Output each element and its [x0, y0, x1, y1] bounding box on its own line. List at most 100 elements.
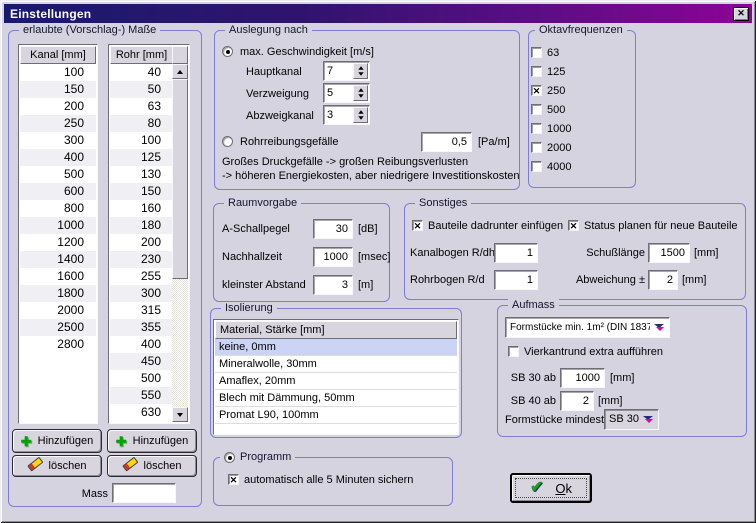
group-masse-caption: erlaubte (Vorschlag-) Maße: [19, 24, 160, 36]
frequency-checkbox[interactable]: [531, 47, 542, 58]
frequency-checkbox[interactable]: [531, 142, 542, 153]
list-row[interactable]: 1400: [20, 251, 96, 268]
list-row[interactable]: 300: [110, 285, 173, 302]
list-row[interactable]: 2500: [20, 319, 96, 336]
formstuecke-min-combobox[interactable]: SB 30: [604, 409, 659, 430]
kanal-column-header[interactable]: Kanal [mm]: [20, 46, 96, 64]
rohr-scrollbar[interactable]: [172, 64, 188, 422]
spin-buttons[interactable]: [353, 63, 368, 79]
list-row[interactable]: 180: [110, 217, 173, 234]
list-row[interactable]: 150: [110, 183, 173, 200]
list-row[interactable]: 63: [110, 98, 173, 115]
radio-max-speed[interactable]: [222, 46, 233, 57]
group-sonstiges-caption: Sonstiges: [415, 197, 471, 209]
friction-input[interactable]: 0,5: [421, 132, 472, 152]
frequency-checkbox[interactable]: [531, 104, 542, 115]
scrollbar-thumb[interactable]: [172, 79, 188, 279]
list-row[interactable]: 200: [20, 98, 96, 115]
list-row[interactable]: 550: [110, 387, 173, 404]
radio-friction[interactable]: [222, 136, 233, 147]
list-row[interactable]: 500: [20, 166, 96, 183]
list-row[interactable]: 50: [110, 81, 173, 98]
spin-buttons[interactable]: [353, 85, 368, 101]
isolierung-row[interactable]: Amaflex, 20mm: [215, 373, 457, 390]
autosave-checkbox[interactable]: ✕: [228, 474, 239, 485]
list-row[interactable]: 150: [20, 81, 96, 98]
list-row[interactable]: 160: [110, 200, 173, 217]
frequency-checkbox[interactable]: [531, 161, 542, 172]
scroll-up-button[interactable]: [172, 64, 188, 79]
frequency-checkbox[interactable]: [531, 123, 542, 134]
abweichung-input[interactable]: 2: [648, 270, 678, 290]
ok-button[interactable]: ✔ Ok: [510, 473, 592, 503]
list-row[interactable]: 130: [110, 166, 173, 183]
plus-icon: ✚: [21, 435, 32, 448]
formstuecke-combobox[interactable]: Formstücke min. 1m² (DIN 18379): [505, 317, 670, 338]
list-row[interactable]: 800: [20, 200, 96, 217]
verzweigung-value[interactable]: 5: [327, 85, 333, 102]
list-row[interactable]: 355: [110, 319, 173, 336]
vierkantrund-checkbox[interactable]: [508, 346, 519, 357]
mass-input[interactable]: [112, 483, 176, 503]
list-row[interactable]: 1600: [20, 268, 96, 285]
kanalbogen-input[interactable]: 1: [494, 243, 538, 263]
rohrbogen-input[interactable]: 1: [494, 270, 538, 290]
list-row[interactable]: 100: [20, 64, 96, 81]
sb30-input[interactable]: 1000: [560, 368, 605, 388]
add-kanal-button[interactable]: ✚ Hinzufügen: [12, 429, 102, 453]
list-row[interactable]: 400: [20, 149, 96, 166]
bauteile-checkbox[interactable]: ✕: [412, 220, 423, 231]
list-row[interactable]: 2000: [20, 302, 96, 319]
scroll-down-button[interactable]: [172, 407, 188, 422]
nachhallzeit-input[interactable]: 1000: [313, 247, 353, 267]
status-checkbox[interactable]: ✕: [568, 220, 579, 231]
sb40-input[interactable]: 2: [560, 391, 594, 411]
list-row[interactable]: 230: [110, 251, 173, 268]
list-row[interactable]: 450: [110, 353, 173, 370]
abzweigkanal-value[interactable]: 3: [327, 107, 333, 124]
frequency-checkbox[interactable]: ✕: [531, 85, 542, 96]
isolierung-row[interactable]: Mineralwolle, 30mm: [215, 356, 457, 373]
list-row[interactable]: 315: [110, 302, 173, 319]
abstand-input[interactable]: 3: [313, 275, 353, 295]
list-row[interactable]: 400: [110, 336, 173, 353]
isolierung-row[interactable]: Blech mit Dämmung, 50mm: [215, 390, 457, 407]
verzweigung-spinedit[interactable]: 5: [323, 83, 370, 103]
hauptkanal-spinedit[interactable]: 7: [323, 61, 370, 81]
frequency-checkbox[interactable]: [531, 66, 542, 77]
schallpegel-input[interactable]: 30: [313, 219, 353, 239]
delete-rohr-button[interactable]: löschen: [107, 455, 197, 477]
delete-kanal-button[interactable]: löschen: [12, 455, 102, 477]
isolierung-column-header[interactable]: Material, Stärke [mm]: [215, 321, 457, 339]
schusslaenge-input[interactable]: 1500: [648, 243, 690, 263]
combo-dropdown-button[interactable]: [651, 319, 668, 336]
hauptkanal-value[interactable]: 7: [327, 63, 333, 80]
list-row[interactable]: 300: [20, 132, 96, 149]
rohr-column-header[interactable]: Rohr [mm]: [110, 46, 173, 64]
close-button[interactable]: ✕: [733, 7, 749, 21]
add-rohr-button[interactable]: ✚ Hinzufügen: [107, 429, 197, 453]
list-row[interactable]: 250: [20, 115, 96, 132]
list-row[interactable]: 600: [20, 183, 96, 200]
isolierung-row[interactable]: Promat L90, 100mm: [215, 407, 457, 424]
list-row[interactable]: 2800: [20, 336, 96, 353]
list-row[interactable]: 500: [110, 370, 173, 387]
combo-dropdown-button[interactable]: [640, 411, 657, 428]
list-row[interactable]: 200: [110, 234, 173, 251]
titlebar[interactable]: Einstellungen ✕: [4, 4, 752, 23]
isolierung-row[interactable]: keine, 0mm: [215, 339, 457, 356]
list-row[interactable]: 255: [110, 268, 173, 285]
list-row[interactable]: 1000: [20, 217, 96, 234]
list-row[interactable]: 1200: [20, 234, 96, 251]
abzweigkanal-spinedit[interactable]: 3: [323, 105, 370, 125]
list-row[interactable]: 100: [110, 132, 173, 149]
list-row[interactable]: 630: [110, 404, 173, 421]
list-row[interactable]: 1800: [20, 285, 96, 302]
programm-radio[interactable]: [224, 452, 235, 463]
list-row[interactable]: 125: [110, 149, 173, 166]
programm-caption-label: Programm: [240, 451, 291, 463]
frequency-label: 4000: [547, 161, 571, 173]
spin-buttons[interactable]: [353, 107, 368, 123]
list-row[interactable]: 80: [110, 115, 173, 132]
list-row[interactable]: 40: [110, 64, 173, 81]
